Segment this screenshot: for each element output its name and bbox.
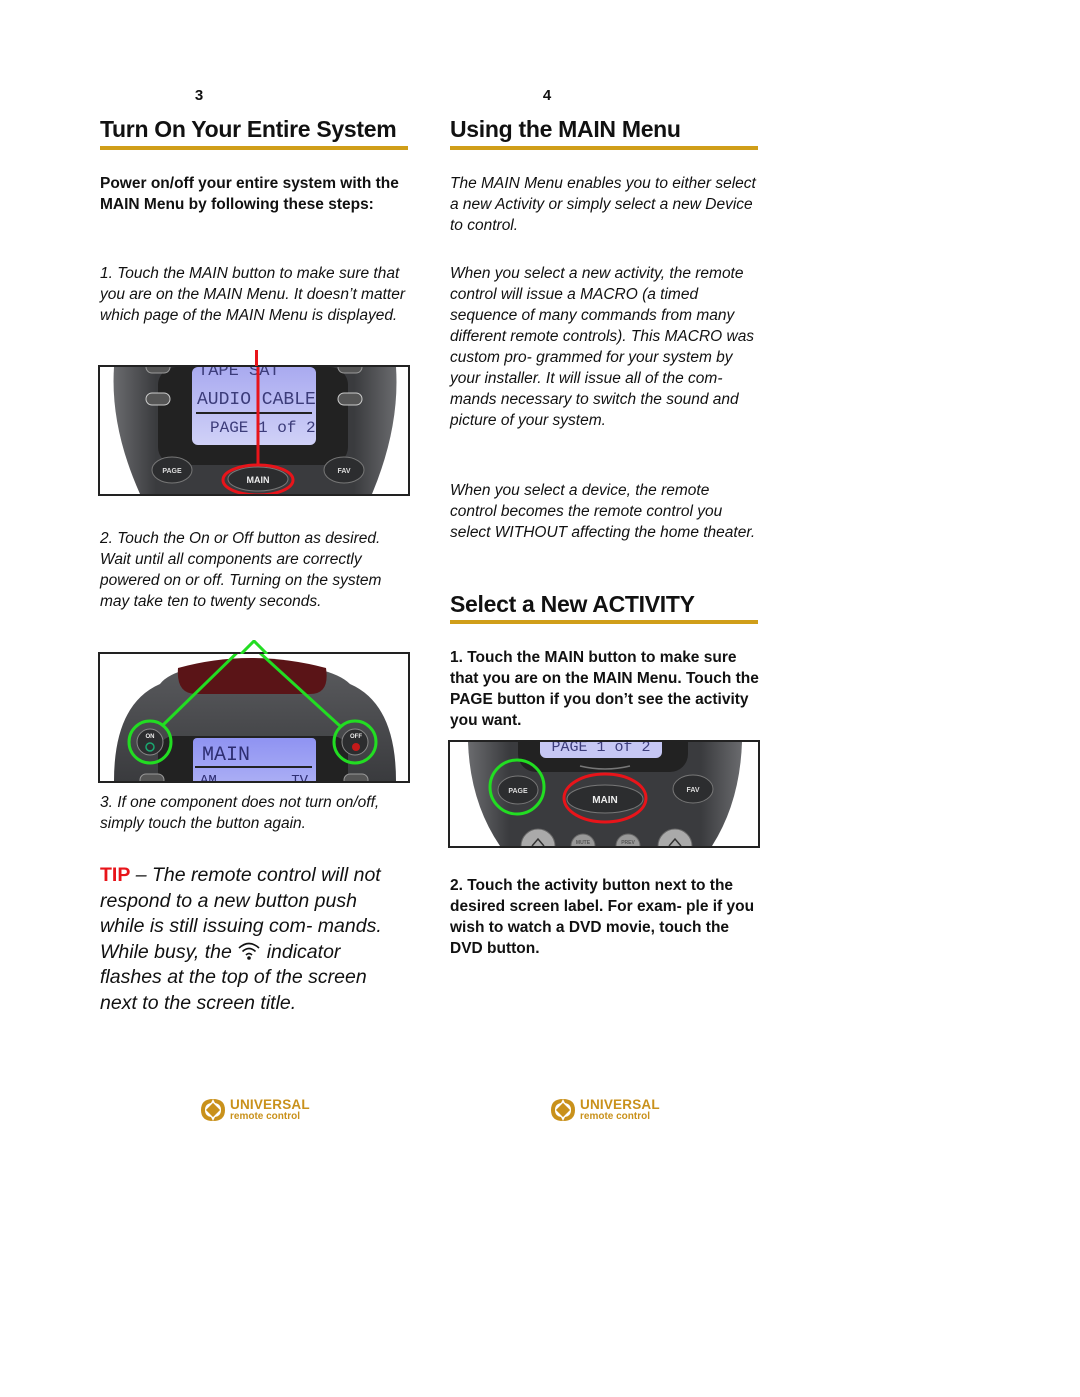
lcd-title: MAIN [202, 744, 250, 767]
page-button: PAGE [151, 456, 193, 484]
side-button [145, 392, 171, 406]
svg-text:ON: ON [146, 734, 155, 740]
svg-text:MUTE: MUTE [576, 840, 591, 846]
off-button: OFF [341, 728, 369, 756]
lcd-line-3: PAGE 1 of 2 [210, 419, 316, 437]
lcd-line-2: AUDIO CABLE [197, 390, 316, 410]
svg-text:MAIN: MAIN [592, 795, 618, 806]
svg-text:OFF: OFF [350, 734, 362, 740]
section-heading: Turn On Your Entire System [100, 116, 397, 142]
section-heading: Using the MAIN Menu [450, 116, 681, 142]
tip-box: TIP – The remote control will not respon… [100, 863, 400, 1016]
remote-illustration: PAGE 1 of 2 PAGE MAIN FAV MUTE PREV [468, 742, 742, 846]
fav-button: FAV [672, 774, 714, 804]
heading-rule [450, 620, 758, 624]
remote-figure-page-main: PAGE 1 of 2 PAGE MAIN FAV MUTE PREV [448, 740, 760, 848]
lcd-line-1: TAPE SAT [198, 367, 280, 381]
svg-text:FAV: FAV [337, 468, 350, 475]
fav-button: FAV [323, 456, 365, 484]
on-button: ON [136, 728, 164, 756]
remote-illustration: MAIN AM TV ON OFF [114, 654, 396, 781]
universal-logo-icon [201, 1099, 225, 1121]
remote-figure-main-button: TAPE SAT AUDIO CABLE PAGE 1 of 2 PAGE MA… [98, 365, 410, 496]
logo-sub: remote control [580, 1110, 651, 1122]
power-icon [352, 743, 360, 751]
remote-figure-on-off: MAIN AM TV ON OFF [98, 652, 410, 783]
svg-text:TV: TV [291, 773, 308, 781]
logo-brand: UNIVERSAL [230, 1097, 310, 1113]
step-3-text: 3. If one component does not turn on/off… [100, 794, 380, 832]
heading-rule [100, 146, 408, 150]
step-2-text: 2. Touch the On or Off button as desired… [100, 530, 382, 610]
svg-text:PAGE: PAGE [162, 468, 182, 475]
svg-text:PREV: PREV [621, 840, 635, 846]
remote-illustration: TAPE SAT AUDIO CABLE PAGE 1 of 2 PAGE MA… [113, 367, 397, 494]
logo-sub: remote control [230, 1110, 301, 1122]
intro-text: Power on/off your entire system with the… [100, 175, 399, 213]
svg-text:AM: AM [200, 773, 217, 781]
svg-text:PAGE 1 of 2: PAGE 1 of 2 [551, 742, 650, 756]
svg-text:MAIN: MAIN [247, 475, 270, 485]
main-button: MAIN [227, 466, 289, 492]
step-1-text: 1. Touch the MAIN button to make sure th… [450, 649, 759, 729]
universal-logo-icon [551, 1099, 575, 1121]
universal-logo: UNIVERSAL remote control [198, 1096, 310, 1124]
page-number: 3 [194, 87, 204, 104]
universal-logo: UNIVERSAL remote control [548, 1096, 660, 1124]
svg-text:PAGE: PAGE [508, 788, 528, 795]
intro-text: The MAIN Menu enables you to either sele… [450, 175, 756, 234]
page-button: PAGE [497, 775, 539, 805]
device-paragraph: When you select a device, the remote con… [450, 482, 756, 541]
wifi-busy-indicator-icon [238, 942, 260, 960]
step-1-text: 1. Touch the MAIN button to make sure th… [100, 265, 405, 324]
activity-paragraph: When you select a new activity, the remo… [450, 265, 755, 429]
subsection-heading: Select a New ACTIVITY [450, 591, 695, 617]
step-2-text: 2. Touch the activity button next to the… [450, 877, 755, 957]
svg-text:FAV: FAV [686, 787, 699, 794]
tip-label: TIP [100, 864, 131, 886]
pointer-apex-green [239, 640, 269, 654]
heading-rule [450, 146, 758, 150]
main-button: MAIN [566, 784, 644, 814]
pointer-line-red-top [255, 350, 258, 366]
logo-brand: UNIVERSAL [580, 1097, 660, 1113]
page-number: 4 [542, 87, 552, 104]
side-button [337, 392, 363, 406]
